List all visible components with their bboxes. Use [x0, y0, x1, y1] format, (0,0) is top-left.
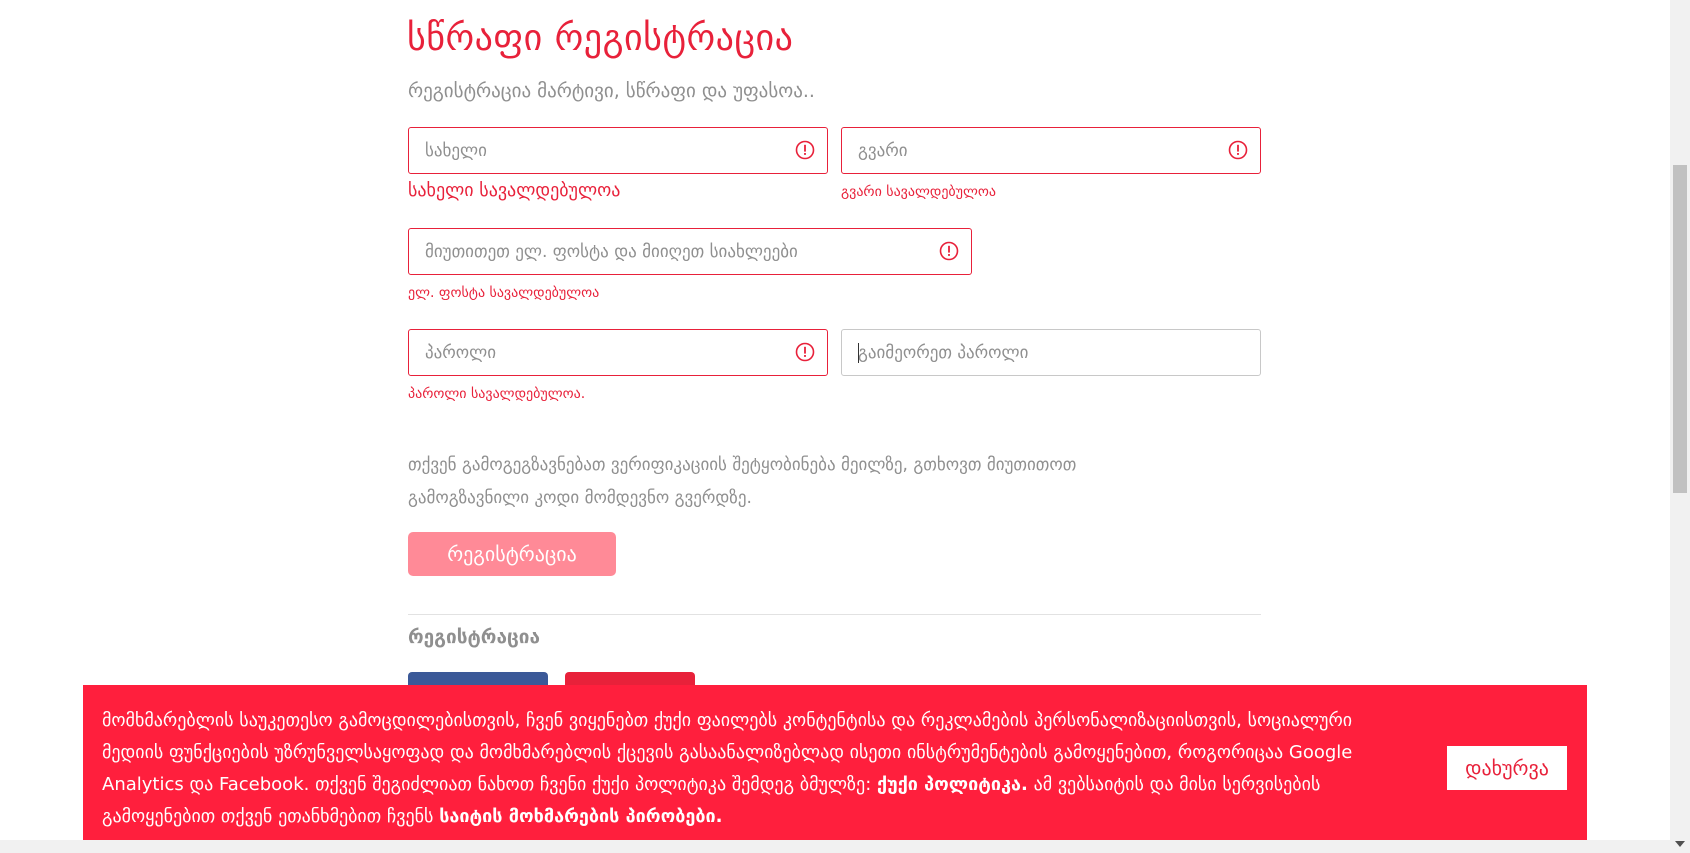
registration-page: სწრაფი რეგისტრაცია რეგისტრაცია მარტივი, …: [0, 0, 1690, 853]
password-error: პაროლი სავალდებულოა.: [408, 386, 586, 402]
first-name-field[interactable]: [408, 127, 828, 174]
email-error: ელ. ფოსტა სავალდებულოა: [408, 285, 600, 301]
last-name-input[interactable]: [842, 128, 1260, 173]
terms-link[interactable]: საიტის მოხმარების პირობები.: [439, 806, 722, 827]
scroll-down-icon[interactable]: [1675, 841, 1685, 847]
cookie-banner: მომხმარებლის საუკეთესო გამოცდილებისთვის,…: [83, 685, 1587, 853]
error-icon: [795, 342, 815, 362]
vertical-scrollbar[interactable]: [1670, 0, 1690, 853]
password-repeat-input[interactable]: [842, 330, 1260, 375]
horizontal-scrollbar[interactable]: [0, 840, 1670, 853]
email-input[interactable]: [409, 229, 971, 274]
page-subtitle: რეგისტრაცია მარტივი, სწრაფი და უფასოა..: [408, 80, 815, 102]
text-cursor: [858, 343, 859, 363]
first-name-input[interactable]: [409, 128, 827, 173]
page-title: სწრაფი რეგისტრაცია: [407, 18, 794, 59]
error-icon: [939, 241, 959, 261]
verification-info: თქვენ გამოგეგზავნებათ ვერიფიკაციის შეტყო…: [408, 455, 1077, 508]
scrollbar-thumb[interactable]: [1673, 165, 1687, 493]
cookie-close-button[interactable]: დახურვა: [1447, 746, 1567, 790]
error-icon: [1228, 140, 1248, 160]
last-name-error: გვარი სავალდებულოა: [841, 184, 997, 200]
password-repeat-field[interactable]: [841, 329, 1261, 376]
divider: [408, 614, 1261, 615]
last-name-field[interactable]: [841, 127, 1261, 174]
password-field[interactable]: [408, 329, 828, 376]
register-button[interactable]: რეგისტრაცია: [408, 532, 616, 576]
social-registration-title: რეგისტრაცია: [408, 626, 541, 648]
password-input[interactable]: [409, 330, 827, 375]
first-name-error: სახელი სავალდებულოა: [408, 180, 621, 201]
cookie-policy-link[interactable]: ქუქი პოლიტიკა.: [877, 774, 1028, 795]
cookie-text: მომხმარებლის საუკეთესო გამოცდილებისთვის,…: [102, 705, 1367, 833]
error-icon: [795, 140, 815, 160]
email-field[interactable]: [408, 228, 972, 275]
